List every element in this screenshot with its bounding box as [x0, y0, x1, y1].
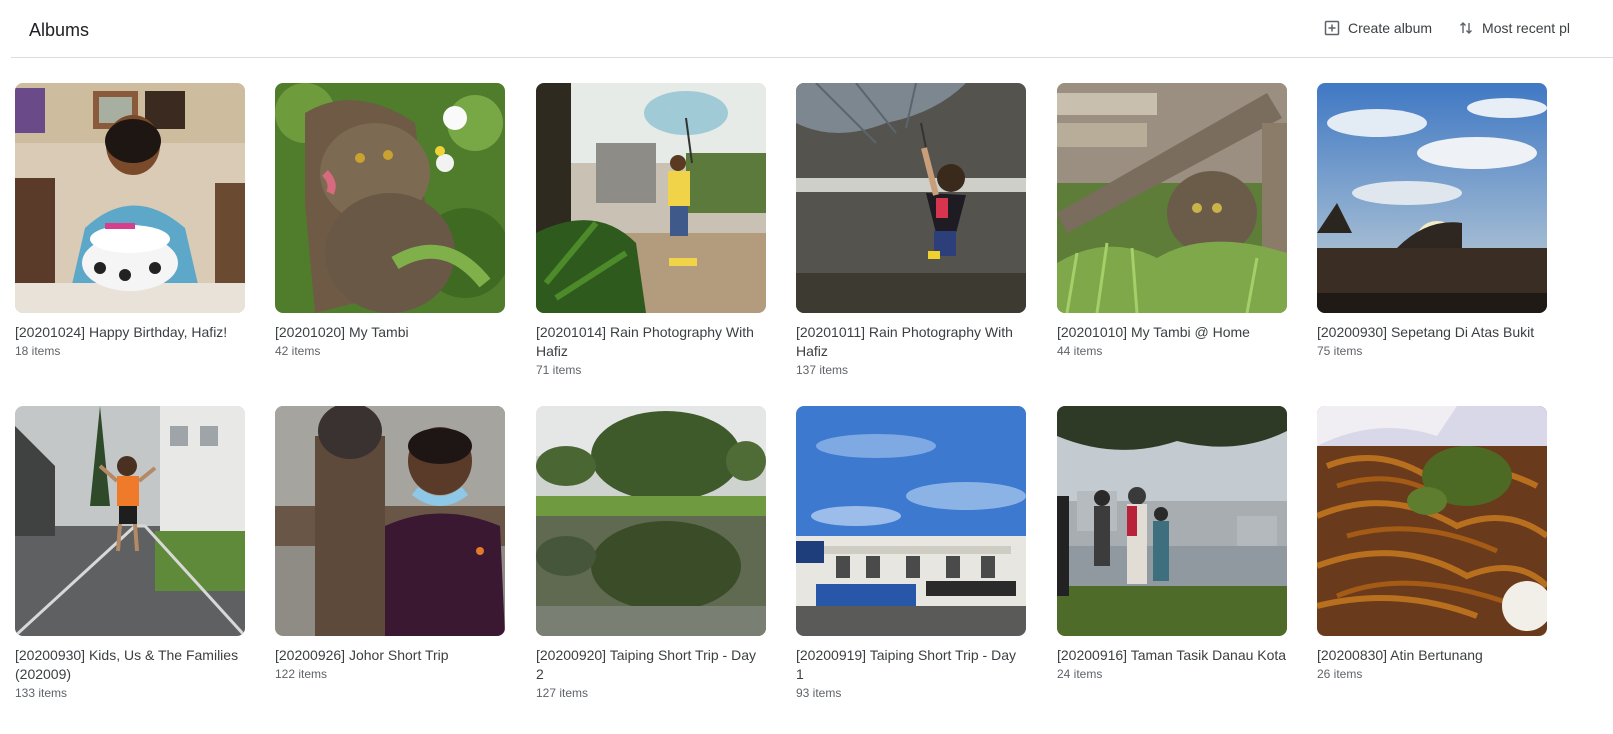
album-card[interactable]: [20201024] Happy Birthday, Hafiz! 18 ite… — [15, 83, 245, 360]
album-count: 18 items — [15, 344, 61, 358]
album-count: 44 items — [1057, 344, 1103, 358]
album-cover[interactable] — [536, 83, 766, 313]
album-title[interactable]: [20201010] My Tambi @ Home — [1057, 323, 1287, 342]
album-title[interactable]: [20200926] Johor Short Trip — [275, 646, 505, 665]
album-card[interactable]: [20200830] Atin Bertunang 26 items — [1317, 406, 1547, 683]
page-title: Albums — [29, 20, 90, 40]
album-title[interactable]: [20201024] Happy Birthday, Hafiz! — [15, 323, 245, 342]
album-count: 93 items — [796, 686, 842, 700]
album-count: 24 items — [1057, 667, 1103, 681]
album-count: 75 items — [1317, 344, 1363, 358]
album-title[interactable]: [20200930] Kids, Us & The Families (2020… — [15, 646, 245, 684]
album-card[interactable]: [20201010] My Tambi @ Home 44 items — [1057, 83, 1287, 360]
album-count: 137 items — [796, 363, 849, 377]
sort-button[interactable]: Most recent pl — [1458, 20, 1570, 36]
album-title[interactable]: [20200830] Atin Bertunang — [1317, 646, 1547, 665]
sort-label: Most recent pl — [1482, 20, 1570, 36]
album-cover[interactable] — [15, 83, 245, 313]
album-count: 26 items — [1317, 667, 1363, 681]
header-actions: Create album Most recent pl — [1324, 20, 1570, 36]
album-card[interactable]: [20201020] My Tambi 42 items — [275, 83, 505, 360]
album-cover[interactable] — [796, 83, 1026, 313]
album-card[interactable]: [20201014] Rain Photography With Hafiz 7… — [536, 83, 766, 379]
album-card[interactable]: [20201011] Rain Photography With Hafiz 1… — [796, 83, 1026, 379]
album-card[interactable]: [20200930] Kids, Us & The Families (2020… — [15, 406, 245, 702]
album-count: 127 items — [536, 686, 589, 700]
album-count: 122 items — [275, 667, 328, 681]
album-title[interactable]: [20201011] Rain Photography With Hafiz — [796, 323, 1026, 361]
create-album-label: Create album — [1348, 20, 1433, 36]
album-cover[interactable] — [1057, 406, 1287, 636]
create-album-button[interactable]: Create album — [1324, 20, 1432, 36]
album-cover[interactable] — [1317, 83, 1547, 313]
header-divider — [11, 57, 1613, 58]
album-title[interactable]: [20200919] Taiping Short Trip - Day 1 — [796, 646, 1026, 684]
album-cover[interactable] — [15, 406, 245, 636]
album-card[interactable]: [20200916] Taman Tasik Danau Kota 24 ite… — [1057, 406, 1287, 683]
album-count: 42 items — [275, 344, 321, 358]
album-title[interactable]: [20200920] Taiping Short Trip - Day 2 — [536, 646, 766, 684]
album-title[interactable]: [20200930] Sepetang Di Atas Bukit — [1317, 323, 1547, 342]
page-header: Albums Create album Most recent pl — [0, 0, 1613, 58]
sort-arrows-icon — [1460, 22, 1473, 34]
album-card[interactable]: [20200930] Sepetang Di Atas Bukit 75 ite… — [1317, 83, 1547, 360]
album-cover[interactable] — [536, 406, 766, 636]
add-box-icon — [1324, 20, 1340, 36]
album-cover[interactable] — [275, 406, 505, 636]
album-card[interactable]: [20200919] Taiping Short Trip - Day 1 93… — [796, 406, 1026, 702]
album-card[interactable]: [20200926] Johor Short Trip 122 items — [275, 406, 505, 683]
album-count: 71 items — [536, 363, 582, 377]
album-count: 133 items — [15, 686, 68, 700]
album-title[interactable]: [20200916] Taman Tasik Danau Kota — [1057, 646, 1287, 665]
album-title[interactable]: [20201020] My Tambi — [275, 323, 505, 342]
album-cover[interactable] — [796, 406, 1026, 636]
album-title[interactable]: [20201014] Rain Photography With Hafiz — [536, 323, 766, 361]
album-cover[interactable] — [1317, 406, 1547, 636]
album-card[interactable]: [20200920] Taiping Short Trip - Day 2 12… — [536, 406, 766, 702]
album-cover[interactable] — [1057, 83, 1287, 313]
album-cover[interactable] — [275, 83, 505, 313]
